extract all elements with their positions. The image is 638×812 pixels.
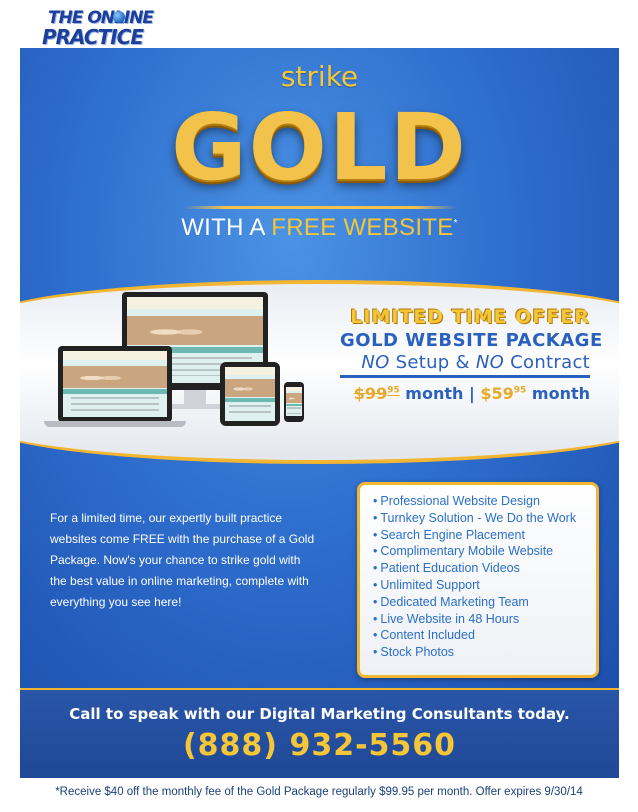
cta-text: Call to speak with our Digital Marketing…	[69, 705, 570, 723]
logo-line2: PRACTICE	[42, 25, 144, 49]
features-box: • Professional Website Design • Turnkey So…	[357, 482, 599, 678]
limited-time-offer: LIMITED TIME OFFER	[350, 306, 590, 328]
features-list: • Professional Website Design • Turnkey So…	[360, 485, 596, 661]
promo-panel: strike GOLD WITH A FREE WEBSITE* LIMITED…	[20, 48, 619, 688]
feature-item: • Complimentary Mobile Website	[373, 544, 554, 559]
feature-item: • Turnkey Solution - We Do the Work	[373, 510, 577, 525]
heading-divider	[184, 206, 456, 209]
phone-screen	[286, 387, 302, 416]
promo-description: For a limited time, our expertly built p…	[50, 511, 315, 609]
feature-item: • Stock Photos	[373, 645, 455, 660]
feature-item: • Unlimited Support	[373, 577, 480, 592]
laptop	[58, 346, 172, 422]
tagline-asterisk: *	[453, 218, 458, 229]
tablet	[220, 362, 280, 426]
no-label-2: NO	[475, 352, 505, 373]
feature-item: • Search Engine Placement	[373, 527, 525, 542]
setup-label: Setup &	[389, 352, 476, 373]
tagline-prefix: WITH A	[181, 214, 272, 241]
phone	[284, 382, 304, 422]
call-to-action-bar: Call to speak with our Digital Marketing…	[20, 688, 619, 778]
strike-heading: strike	[280, 60, 359, 93]
laptop-screen	[63, 351, 167, 417]
price-line: $9995 month | $5995 month	[340, 384, 590, 403]
package-name: GOLD WEBSITE PACKAGE	[340, 330, 603, 351]
phone-number-link[interactable]: (888) 932-5560	[20, 728, 619, 763]
feature-item: • Dedicated Marketing Team	[373, 594, 529, 609]
feature-item: • Content Included	[373, 628, 475, 643]
new-price: $5995	[480, 384, 527, 403]
per-month-2: month	[526, 384, 590, 403]
tagline: WITH A FREE WEBSITE*	[20, 214, 619, 242]
offer-block: LIMITED TIME OFFER GOLD WEBSITE PACKAGE …	[340, 306, 603, 403]
per-month-1: month |	[399, 384, 481, 403]
feature-item: • Patient Education Videos	[373, 561, 520, 576]
contract-label: Contract	[504, 352, 590, 373]
no-label-1: NO	[361, 352, 390, 373]
the-online-practice-logo[interactable]: THE ONLINE PRACTICE	[40, 8, 188, 49]
globe-icon	[113, 11, 125, 23]
feature-item: • Professional Website Design	[373, 494, 540, 508]
gold-heading: GOLD	[171, 94, 468, 201]
no-setup-no-contract: NO Setup & NO Contract	[340, 352, 590, 373]
tagline-highlight: FREE WEBSITE	[271, 214, 454, 241]
offer-divider	[340, 375, 590, 378]
laptop-base	[44, 421, 186, 427]
old-price: $9995	[353, 384, 400, 403]
tablet-screen	[225, 367, 275, 421]
offer-footnote: *Receive $40 off the monthly fee of the …	[55, 786, 583, 798]
device-mockups-image	[44, 292, 334, 442]
feature-item: • Live Website in 48 Hours	[373, 611, 520, 626]
monitor-base	[164, 404, 226, 409]
